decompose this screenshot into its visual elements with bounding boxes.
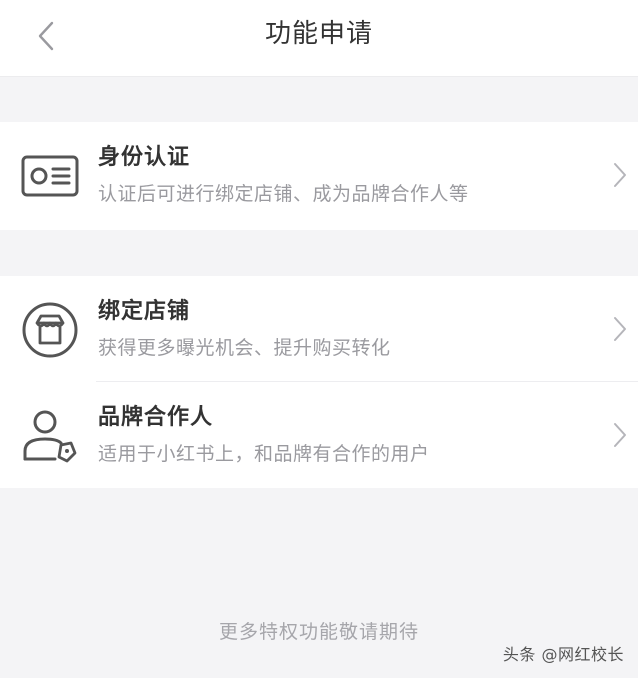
chevron-right-icon — [610, 314, 630, 344]
brand-partner-item[interactable]: 品牌合作人 适用于小红书上，和品牌有合作的用户 — [0, 382, 638, 488]
bind-store-item[interactable]: 绑定店铺 获得更多曝光机会、提升购买转化 — [0, 276, 638, 382]
item-description: 认证后可进行绑定店铺、成为品牌合作人等 — [98, 183, 469, 205]
item-description: 获得更多曝光机会、提升购买转化 — [98, 337, 391, 359]
item-description: 适用于小红书上，和品牌有合作的用户 — [98, 443, 430, 465]
store-icon — [20, 300, 80, 360]
item-title: 身份认证 — [98, 145, 191, 170]
chevron-left-icon — [38, 21, 54, 51]
identity-verification-item[interactable]: 身份认证 认证后可进行绑定店铺、成为品牌合作人等 — [0, 122, 638, 228]
item-title: 品牌合作人 — [98, 405, 214, 430]
chevron-right-icon — [610, 420, 630, 450]
user-tag-icon — [20, 406, 80, 466]
more-features-note: 更多特权功能敬请期待 — [218, 621, 419, 643]
id-card-icon — [20, 146, 80, 206]
nav-header: 功能申请 — [0, 0, 638, 77]
identity-section: 身份认证 认证后可进行绑定店铺、成为品牌合作人等 — [0, 122, 638, 230]
chevron-right-icon — [610, 160, 630, 190]
page-title: 功能申请 — [264, 19, 373, 49]
watermark-text: 头条 @网红校长 — [502, 645, 624, 664]
item-title: 绑定店铺 — [98, 299, 191, 324]
back-button[interactable] — [22, 12, 70, 60]
features-section: 绑定店铺 获得更多曝光机会、提升购买转化 品牌合作人 适用于小红书上，和品牌有合… — [0, 276, 638, 488]
